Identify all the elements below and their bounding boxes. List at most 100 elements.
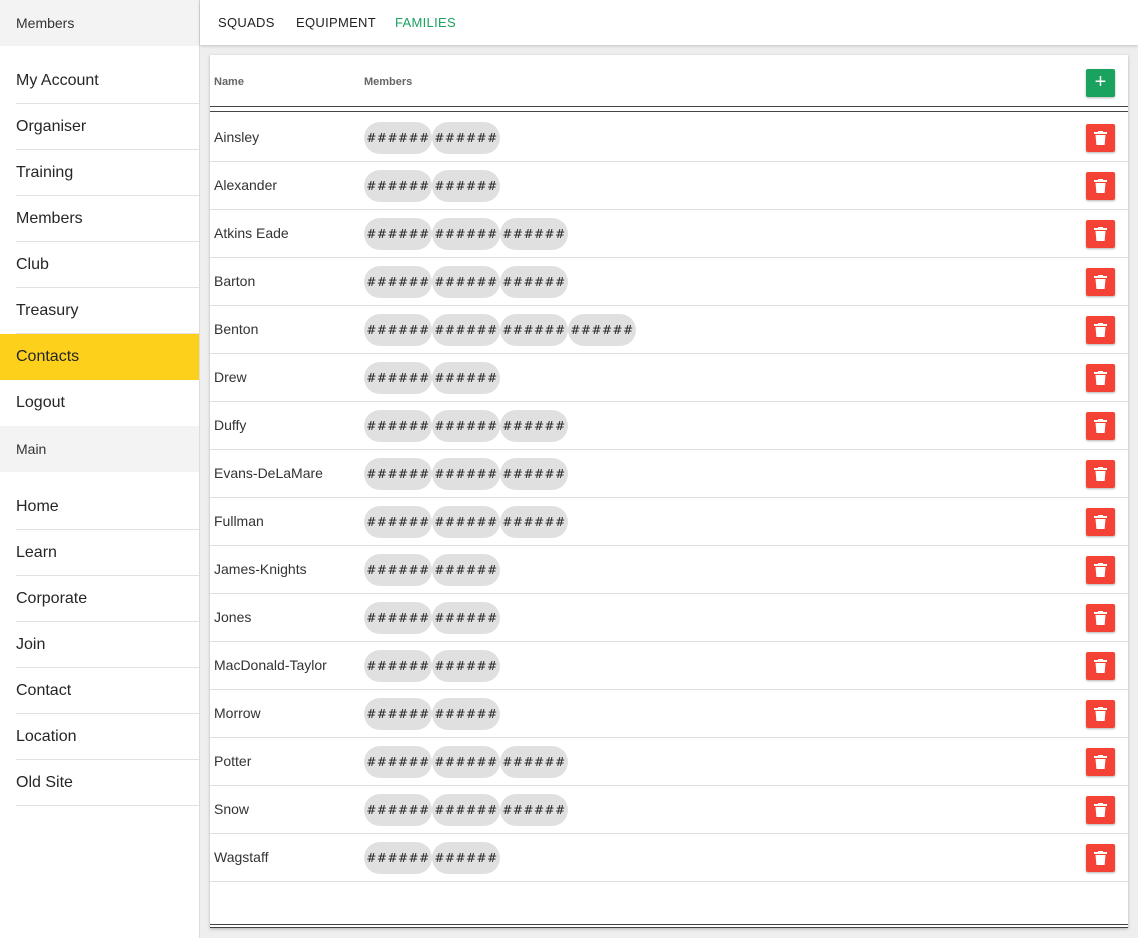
delete-family-button[interactable] [1086, 604, 1115, 632]
member-chip[interactable]: ###### [500, 314, 568, 346]
member-chips: ###### ###### ###### [364, 218, 568, 250]
sidebar-section-spacer [0, 472, 199, 484]
family-name: Evans-DeLaMare [214, 465, 323, 481]
add-family-button[interactable]: + [1086, 69, 1115, 97]
member-chip[interactable]: ###### [432, 506, 500, 538]
member-chip[interactable]: ###### [500, 266, 568, 298]
member-chip[interactable]: ###### [500, 746, 568, 778]
table-row: MacDonald-Taylor ###### ###### [210, 642, 1128, 690]
member-chip[interactable]: ###### [432, 314, 500, 346]
delete-family-button[interactable] [1086, 412, 1115, 440]
table-row: Atkins Eade ###### ###### ###### [210, 210, 1128, 258]
delete-family-button[interactable] [1086, 796, 1115, 824]
family-name: Potter [214, 753, 252, 769]
family-name: Jones [214, 609, 252, 625]
family-name: Snow [214, 801, 250, 817]
member-chips: ###### ###### [364, 842, 500, 874]
sidebar-item-learn[interactable]: Learn [0, 530, 199, 576]
tab-equipment[interactable]: EQUIPMENT [296, 0, 376, 45]
member-chip[interactable]: ###### [432, 794, 500, 826]
member-chip[interactable]: ###### [364, 362, 432, 394]
member-chip[interactable]: ###### [432, 554, 500, 586]
sidebar-item-logout[interactable]: Logout [0, 380, 199, 426]
delete-family-button[interactable] [1086, 700, 1115, 728]
sidebar-item-contact[interactable]: Contact [0, 668, 199, 714]
member-chip[interactable]: ###### [364, 458, 432, 490]
member-chip[interactable]: ###### [364, 410, 432, 442]
member-chip[interactable]: ###### [432, 842, 500, 874]
member-chip[interactable]: ###### [364, 122, 432, 154]
family-name: Wagstaff [214, 849, 269, 865]
member-chips: ###### ###### [364, 554, 500, 586]
member-chip[interactable]: ###### [364, 218, 432, 250]
delete-family-button[interactable] [1086, 460, 1115, 488]
sidebar-item-contacts[interactable]: Contacts [0, 334, 199, 380]
sidebar: Members My Account Organiser Training Member… [0, 0, 200, 938]
member-chips: ###### ###### ###### [364, 506, 568, 538]
sidebar-item-club[interactable]: Club [0, 242, 199, 288]
table-row: Evans-DeLaMare ###### ###### ###### [210, 450, 1128, 498]
member-chip[interactable]: ###### [364, 650, 432, 682]
delete-family-button[interactable] [1086, 364, 1115, 392]
member-chip[interactable]: ###### [500, 410, 568, 442]
member-chip[interactable]: ###### [364, 746, 432, 778]
member-chip[interactable]: ###### [364, 602, 432, 634]
member-chip[interactable]: ###### [432, 602, 500, 634]
family-name: Ainsley [214, 129, 260, 145]
member-chips: ###### ###### [364, 122, 500, 154]
sidebar-item-location[interactable]: Location [0, 714, 199, 760]
member-chip[interactable]: ###### [364, 698, 432, 730]
sidebar-item-corporate[interactable]: Corporate [0, 576, 199, 622]
member-chip[interactable]: ###### [432, 266, 500, 298]
sidebar-item-organiser[interactable]: Organiser [0, 104, 199, 150]
sidebar-item-my-account[interactable]: My Account [0, 58, 199, 104]
family-name: Fullman [214, 513, 264, 529]
column-header-members: Members [364, 76, 413, 88]
member-chip[interactable]: ###### [500, 458, 568, 490]
member-chip[interactable]: ###### [432, 458, 500, 490]
delete-family-button[interactable] [1086, 652, 1115, 680]
member-chip[interactable]: ###### [500, 218, 568, 250]
sidebar-item-training[interactable]: Training [0, 150, 199, 196]
member-chip[interactable]: ###### [432, 122, 500, 154]
member-chip[interactable]: ###### [432, 698, 500, 730]
delete-family-button[interactable] [1086, 316, 1115, 344]
member-chip[interactable]: ###### [432, 650, 500, 682]
tab-squads[interactable]: SQUADS [218, 0, 275, 45]
delete-family-button[interactable] [1086, 748, 1115, 776]
member-chip[interactable]: ###### [364, 170, 432, 202]
member-chip[interactable]: ###### [432, 410, 500, 442]
delete-family-button[interactable] [1086, 844, 1115, 872]
sidebar-item-treasury[interactable]: Treasury [0, 288, 199, 334]
sidebar-item-old-site[interactable]: Old Site [0, 760, 199, 806]
sidebar-item-members[interactable]: Members [0, 196, 199, 242]
delete-family-button[interactable] [1086, 556, 1115, 584]
member-chip[interactable]: ###### [568, 314, 636, 346]
sidebar-item-home[interactable]: Home [0, 484, 199, 530]
member-chip[interactable]: ###### [364, 554, 432, 586]
member-chip[interactable]: ###### [364, 506, 432, 538]
tab-families[interactable]: FAMILIES [395, 0, 456, 45]
member-chips: ###### ###### ###### [364, 266, 568, 298]
family-name: Barton [214, 273, 256, 289]
member-chip[interactable]: ###### [500, 506, 568, 538]
member-chip[interactable]: ###### [364, 842, 432, 874]
member-chip[interactable]: ###### [432, 170, 500, 202]
delete-family-button[interactable] [1086, 124, 1115, 152]
member-chip[interactable]: ###### [364, 314, 432, 346]
member-chip[interactable]: ###### [432, 746, 500, 778]
delete-family-button[interactable] [1086, 508, 1115, 536]
table-row: Snow ###### ###### ###### [210, 786, 1128, 834]
member-chip[interactable]: ###### [364, 794, 432, 826]
delete-family-button[interactable] [1086, 268, 1115, 296]
member-chip[interactable]: ###### [364, 266, 432, 298]
sidebar-item-join[interactable]: Join [0, 622, 199, 668]
delete-family-button[interactable] [1086, 220, 1115, 248]
table-row: Alexander ###### ###### [210, 162, 1128, 210]
member-chip[interactable]: ###### [432, 362, 500, 394]
table-footer-divider [210, 924, 1128, 928]
delete-family-button[interactable] [1086, 172, 1115, 200]
member-chip[interactable]: ###### [432, 218, 500, 250]
member-chip[interactable]: ###### [500, 794, 568, 826]
sidebar-section-spacer [0, 46, 199, 58]
